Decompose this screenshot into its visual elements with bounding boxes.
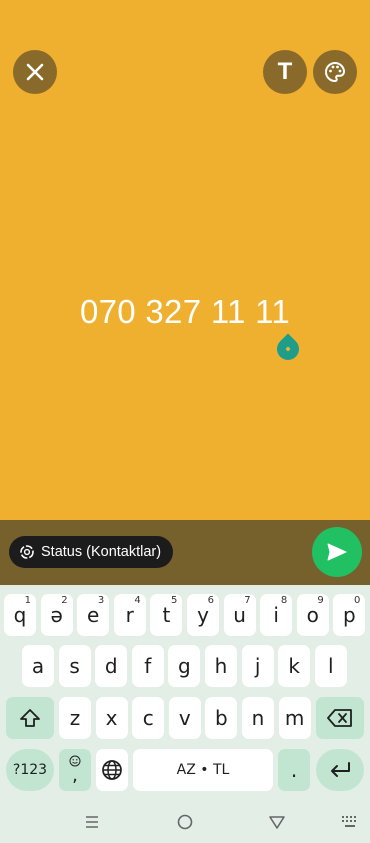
key-label: b <box>215 706 228 730</box>
send-button[interactable] <box>312 527 362 577</box>
key-j[interactable]: j <box>241 645 274 687</box>
key-label: c <box>142 706 154 730</box>
key-label: t <box>162 603 171 627</box>
text-style-button[interactable]: T <box>263 50 307 94</box>
key-hint: 4 <box>134 595 141 606</box>
home-button[interactable] <box>165 800 205 843</box>
key-label: l <box>328 654 334 678</box>
key-hint: 5 <box>171 595 178 606</box>
backspace-icon <box>327 709 352 727</box>
key-p[interactable]: p0 <box>333 594 366 636</box>
space-key[interactable]: AZ • TL <box>133 749 273 791</box>
audience-label: Status (Kontaktlar) <box>41 544 162 560</box>
key-k[interactable]: k <box>278 645 311 687</box>
key-f[interactable]: f <box>131 645 164 687</box>
globe-icon <box>102 760 122 780</box>
system-navigation-bar <box>0 800 370 843</box>
key-m[interactable]: m <box>278 697 311 739</box>
shift-icon <box>20 709 40 727</box>
home-icon <box>177 814 193 829</box>
status-icon <box>20 545 34 559</box>
key-g[interactable]: g <box>168 645 201 687</box>
key-label: i <box>273 603 279 627</box>
key-label: e <box>87 603 100 627</box>
key-hint: 6 <box>207 595 214 606</box>
key-label: j <box>254 654 261 678</box>
symbols-key[interactable]: ?123 <box>6 749 54 791</box>
key-label: g <box>178 654 191 678</box>
key-c[interactable]: c <box>132 697 165 739</box>
color-palette-button[interactable] <box>313 50 357 94</box>
status-text-input[interactable]: 070 327 11 11 <box>0 293 370 331</box>
send-icon <box>327 543 347 561</box>
key-t[interactable]: t5 <box>150 594 183 636</box>
period-key[interactable]: . <box>278 749 310 791</box>
key-label: p <box>343 603 356 627</box>
audience-selector[interactable]: Status (Kontaktlar) <box>9 536 174 568</box>
key-hint: 8 <box>280 595 288 606</box>
key-label: f <box>144 654 152 678</box>
key-x[interactable]: x <box>95 697 128 739</box>
key-l[interactable]: l <box>314 645 347 687</box>
recent-apps-icon <box>86 815 98 828</box>
key-label: o <box>306 603 319 627</box>
key-z[interactable]: z <box>59 697 91 739</box>
key-d[interactable]: d <box>95 645 128 687</box>
key-hint: 9 <box>317 595 324 606</box>
key-h[interactable]: h <box>205 645 237 687</box>
backspace-key[interactable] <box>316 697 364 739</box>
key-label: q <box>13 603 27 627</box>
key-r[interactable]: r4 <box>113 594 146 636</box>
key-v[interactable]: v <box>168 697 201 739</box>
comma-label: , <box>72 765 78 786</box>
keyboard-switcher-button[interactable] <box>330 800 370 843</box>
key-y[interactable]: y6 <box>187 594 219 636</box>
language-key[interactable] <box>96 749 128 791</box>
key-label: x <box>105 706 118 730</box>
key-q[interactable]: q1 <box>4 594 36 636</box>
key-i[interactable]: i8 <box>260 594 293 636</box>
key-label: d <box>104 654 118 678</box>
key-hint: 2 <box>61 595 68 606</box>
recent-apps-button[interactable] <box>72 800 112 843</box>
key-n[interactable]: n <box>242 697 274 739</box>
text-cursor-handle[interactable] <box>272 333 304 365</box>
key-s[interactable]: s <box>58 645 91 687</box>
key-u[interactable]: u7 <box>223 594 256 636</box>
key-label: v <box>178 706 191 730</box>
key-label: u <box>233 603 246 627</box>
key-e[interactable]: e3 <box>77 594 110 636</box>
key-label: h <box>214 654 228 678</box>
close-button[interactable] <box>13 50 57 94</box>
key-label: a <box>31 654 45 678</box>
key-label: r <box>125 603 134 627</box>
keyboard-grid-icon <box>342 815 356 827</box>
key-label: z <box>69 706 81 730</box>
close-icon <box>26 63 44 81</box>
key-hint: 0 <box>354 595 361 606</box>
key-label: k <box>288 654 300 678</box>
key-o[interactable]: o9 <box>296 594 329 636</box>
key-a[interactable]: a <box>22 645 54 687</box>
emoji-comma-key[interactable]: , <box>59 749 91 791</box>
back-icon <box>269 815 285 829</box>
key-hint: 7 <box>244 595 251 606</box>
key-hint: 1 <box>24 595 31 606</box>
key-label: ə <box>50 603 63 627</box>
key-ə[interactable]: ə2 <box>40 594 73 636</box>
key-label: s <box>69 654 80 678</box>
key-label: n <box>251 706 265 730</box>
enter-icon <box>331 762 350 777</box>
key-hint: 3 <box>97 595 105 606</box>
text-style-icon: T <box>277 58 293 85</box>
status-canvas[interactable]: T 070 327 11 11 <box>0 0 370 520</box>
back-button[interactable] <box>257 800 297 843</box>
palette-icon <box>325 61 346 83</box>
enter-key[interactable] <box>316 749 364 791</box>
shift-key[interactable] <box>6 697 54 739</box>
key-label: y <box>197 603 209 627</box>
key-label: m <box>284 706 305 730</box>
key-b[interactable]: b <box>205 697 238 739</box>
